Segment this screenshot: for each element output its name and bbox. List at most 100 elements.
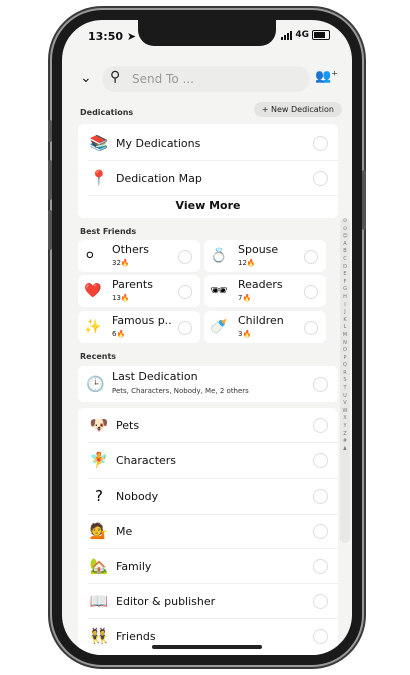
home-indicator[interactable] [152, 645, 262, 649]
friend-card-others[interactable]: ⚪ Others 32🔥 [78, 240, 200, 272]
radio-button[interactable] [313, 452, 328, 468]
radio-button[interactable] [304, 250, 318, 264]
radio-button[interactable] [313, 417, 328, 433]
index-letter[interactable]: V [340, 400, 350, 408]
list-item-characters[interactable]: 🧚 Characters [78, 443, 338, 477]
radio-button[interactable] [304, 321, 318, 335]
radio-button[interactable] [313, 523, 328, 539]
radio-button[interactable] [313, 558, 328, 574]
radio-button[interactable] [313, 170, 328, 186]
radio-button[interactable] [313, 135, 328, 151]
time-text: 13:50 [88, 30, 124, 43]
list-item-dedication-map[interactable]: 📍 Dedication Map [78, 161, 338, 195]
index-letter[interactable]: Z [340, 431, 350, 439]
alphabet-index-scrollbar[interactable]: ⊙ ⊙ ☺ A B C D E F G H I J K L M N O P Q R S T U V W X Y Z # ♟ [340, 218, 350, 543]
last-dedication-item[interactable]: 🕒 Last Dedication Pets, Characters, Nobo… [78, 366, 338, 402]
radio-button[interactable] [313, 593, 328, 609]
index-letter[interactable]: Y [340, 423, 350, 431]
status-time: 13:50 ➤ [88, 30, 136, 43]
index-letter[interactable]: J [340, 309, 350, 317]
mute-switch [48, 120, 52, 142]
list-item-label: Characters [116, 453, 177, 467]
list-item-family[interactable]: 🏡 Family [78, 549, 338, 583]
signal-icon [281, 30, 293, 40]
question-icon: ? [95, 487, 103, 505]
radio-button[interactable] [178, 285, 192, 299]
friend-card-parents[interactable]: ❤️ Parents 13🔥 [78, 275, 200, 307]
index-letter[interactable]: O [340, 347, 350, 355]
index-letter[interactable]: N [340, 340, 350, 348]
list-item-my-dedications[interactable]: 📚 My Dedications [78, 126, 338, 160]
radio-button[interactable] [178, 250, 192, 264]
index-letter[interactable]: W [340, 408, 350, 416]
index-letter[interactable]: I [340, 302, 350, 310]
index-letter[interactable]: K [340, 317, 350, 325]
index-letter[interactable]: M [340, 332, 350, 340]
search-placeholder: Send To ... [132, 72, 194, 86]
house-icon: 🏡 [89, 557, 109, 575]
view-more-button[interactable]: View More [78, 199, 338, 212]
radio-button[interactable] [178, 321, 192, 335]
friend-card-children[interactable]: 🍼 Children 3🔥 [204, 311, 326, 343]
index-letter[interactable]: ♟ [340, 446, 350, 454]
friend-name: Parents [112, 278, 153, 291]
magnifier-icon: ⚲ [110, 69, 121, 85]
index-letter[interactable]: C [340, 256, 350, 264]
list-item-editor-publisher[interactable]: 📖 Editor & publisher [78, 584, 338, 618]
last-dedication-subtitle: Pets, Characters, Nobody, Me, 2 others [112, 387, 249, 395]
search-row: ⌄ ⚲ Send To ... 👥⁺ [80, 66, 338, 92]
index-letter[interactable]: H [340, 294, 350, 302]
list-item-nobody[interactable]: ? Nobody [78, 479, 338, 513]
radio-button[interactable] [313, 488, 328, 504]
list-item-label: Dedication Map [116, 171, 202, 185]
new-dedication-button[interactable]: + New Dedication [253, 102, 342, 117]
heart-icon: ❤️ [84, 283, 102, 299]
list-item-label: Me [116, 524, 133, 538]
index-letter[interactable]: P [340, 355, 350, 363]
friend-count: 32🔥 [112, 259, 130, 267]
index-letter[interactable]: E [340, 271, 350, 279]
circles-icon: ⚪ [84, 248, 96, 264]
index-letter[interactable]: S [340, 377, 350, 385]
book-icon: 📖 [89, 592, 109, 610]
list-item-label: My Dedications [116, 136, 201, 150]
friend-card-spouse[interactable]: 💍 Spouse 12🔥 [204, 240, 326, 272]
list-item-label: Pets [116, 418, 140, 432]
radio-button[interactable] [313, 628, 328, 644]
friend-count: 3🔥 [238, 330, 252, 338]
volume-down-button [48, 210, 52, 250]
baby-bottle-icon: 🍼 [210, 319, 228, 335]
friend-card-readers[interactable]: 🕶 Readers 7🔥 [204, 275, 326, 307]
books-icon: 📚 [89, 134, 109, 152]
index-letter[interactable]: ⊙ [340, 218, 350, 226]
location-pin-icon: 📍 [89, 169, 109, 187]
index-letter[interactable]: G [340, 286, 350, 294]
index-letter[interactable]: Q [340, 362, 350, 370]
add-user-icon[interactable]: 👥⁺ [315, 69, 338, 84]
index-letter[interactable]: B [340, 248, 350, 256]
list-item-pets[interactable]: 🐶 Pets [78, 408, 338, 442]
index-letter[interactable]: X [340, 415, 350, 423]
friend-count: 12🔥 [238, 259, 256, 267]
location-arrow-icon: ➤ [126, 30, 137, 43]
friend-card-famous-people[interactable]: ✨ Famous p.. 6🔥 [78, 311, 200, 343]
chevron-down-icon[interactable]: ⌄ [80, 70, 92, 86]
index-letter[interactable]: L [340, 324, 350, 332]
radio-button[interactable] [313, 377, 328, 392]
recents-list: 🐶 Pets 🧚 Characters ? Nobody 💁 Me 🏡 Fami… [78, 408, 338, 655]
list-item-me[interactable]: 💁 Me [78, 514, 338, 548]
power-button [362, 170, 366, 230]
index-letter[interactable]: T [340, 385, 350, 393]
index-letter[interactable]: R [340, 370, 350, 378]
index-letter[interactable]: A [340, 241, 350, 249]
radio-button[interactable] [304, 285, 318, 299]
divider [88, 195, 338, 196]
index-letter[interactable]: U [340, 393, 350, 401]
search-input[interactable]: ⚲ Send To ... [102, 66, 310, 92]
index-letter[interactable]: ☺ [340, 233, 350, 241]
friend-name: Readers [238, 278, 283, 291]
index-letter[interactable]: D [340, 264, 350, 272]
list-item-label: Friends [116, 629, 156, 643]
index-letter[interactable]: # [340, 438, 350, 446]
index-letter[interactable]: F [340, 279, 350, 287]
